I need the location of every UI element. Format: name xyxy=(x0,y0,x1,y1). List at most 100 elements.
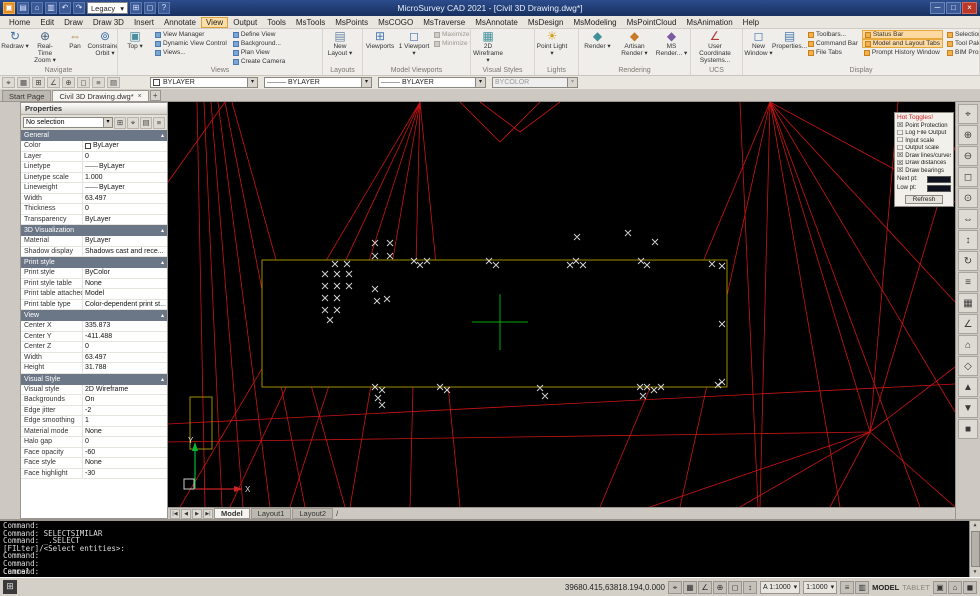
ucs-icon[interactable]: ∠ xyxy=(958,314,978,334)
list-icon[interactable]: ≡ xyxy=(92,77,105,88)
menu-msdesign[interactable]: MsDesign xyxy=(523,17,569,28)
color-dropdown[interactable]: BYLAYER ▾ xyxy=(150,77,258,88)
next-view-icon[interactable]: ▼ xyxy=(958,398,978,418)
close-tab-icon[interactable]: × xyxy=(138,93,142,100)
selection-dropdown[interactable]: No selection ▾ xyxy=(23,117,113,128)
ribbon-item-file-tabs[interactable]: File Tabs xyxy=(806,48,860,57)
keyboard-icon[interactable]: ⊞ xyxy=(3,580,17,594)
layer-state-icon[interactable]: ⊞ xyxy=(32,77,45,88)
new-icon[interactable]: ▤ xyxy=(17,2,29,14)
menu-annotate[interactable]: Annotate xyxy=(159,17,201,28)
hot-toggle-draw-lines-curves[interactable]: ☒ Draw lines/curves xyxy=(897,152,951,160)
printstyle-dropdown[interactable]: BYCOLOR ▾ xyxy=(492,77,578,88)
property-value-center-z[interactable]: 0 xyxy=(83,342,167,352)
properties-menu-icon[interactable]: ≡ xyxy=(153,116,165,129)
block-icon[interactable]: ◻ xyxy=(77,77,90,88)
scroll-up-icon[interactable]: ▲ xyxy=(973,521,976,530)
property-value-center-y[interactable]: -411.488 xyxy=(83,332,167,342)
zoom-window-icon[interactable]: ◻ xyxy=(958,167,978,187)
tab-layout1[interactable]: Layout1 xyxy=(250,508,292,519)
hot-toggle-output-scale[interactable]: ☐ Output scale xyxy=(897,145,951,153)
properties-palette-header[interactable]: Properties xyxy=(21,103,167,115)
ribbon-button-ms-render[interactable]: ◆ MS Render... ▾ xyxy=(654,30,689,58)
sheet-icon[interactable]: ▤ xyxy=(107,77,120,88)
property-value-center-x[interactable]: 335.873 xyxy=(83,321,167,331)
file-tab-start-page[interactable]: Start Page xyxy=(2,90,52,101)
ribbon-button-viewports[interactable]: ⊞ Viewports xyxy=(364,30,396,51)
property-value-print-table-attached-to[interactable]: Model xyxy=(83,289,167,299)
hot-toggle-point-protection[interactable]: ☒ Point Protection xyxy=(897,122,951,130)
section-header-visual-style[interactable]: Visual Style ▴ xyxy=(21,373,167,385)
ribbon-item-toolbars[interactable]: Toolbars... xyxy=(806,30,860,39)
property-value-backgrounds[interactable]: On xyxy=(83,395,167,405)
redo-icon[interactable]: ↷ xyxy=(73,2,85,14)
property-value-transparency[interactable]: ByLayer xyxy=(83,215,167,225)
property-value-layer[interactable]: 0 xyxy=(83,152,167,162)
new-tab-button[interactable]: + xyxy=(149,90,161,101)
ribbon-item-prompt-history-window[interactable]: Prompt History Window xyxy=(862,48,943,57)
property-value-linetype[interactable]: —— ByLayer xyxy=(83,162,167,172)
fullscreen-icon[interactable]: ■ xyxy=(958,419,978,439)
scroll-down-icon[interactable]: ▼ xyxy=(973,568,976,577)
refresh-button[interactable]: Refresh xyxy=(905,194,943,204)
property-value-print-table-type[interactable]: Color-dependent print st... xyxy=(83,300,167,310)
command-window[interactable]: Command: Command: SELECTSIMILAR Command: _… xyxy=(0,519,980,577)
polar-icon[interactable]: ⊕ xyxy=(713,580,728,594)
plot-icon[interactable]: ◻ xyxy=(143,2,156,14)
menu-mstraverse[interactable]: MsTraverse xyxy=(418,17,470,28)
property-value-edge-jitter[interactable]: -2 xyxy=(83,406,167,416)
lot-boundary[interactable] xyxy=(261,259,728,388)
next-pt-input[interactable] xyxy=(927,175,951,183)
ribbon-item-bim-properties[interactable]: BIM Properties xyxy=(945,48,979,57)
command-prompt[interactable]: Command: xyxy=(3,567,39,576)
ribbon-item-dynamic-view-control[interactable]: Dynamic View Control xyxy=(153,39,229,48)
ribbon-item-create-camera[interactable]: Create Camera xyxy=(231,57,287,65)
annotation-icon[interactable]: ▣ xyxy=(933,580,947,594)
property-value-linetype-scale[interactable]: 1.000 xyxy=(83,173,167,183)
menu-help[interactable]: Help xyxy=(738,17,764,28)
first-tab-icon[interactable]: |◀ xyxy=(170,508,180,519)
track-icon[interactable]: ↕ xyxy=(743,580,758,594)
redraw-icon[interactable]: ↻ xyxy=(958,251,978,271)
next-tab-icon[interactable]: ▶ xyxy=(192,508,202,519)
property-value-width[interactable]: 63.497 xyxy=(83,194,167,204)
ribbon-button-new-window[interactable]: ◻ New Window ▾ xyxy=(744,30,773,58)
minimize-button[interactable]: ─ xyxy=(930,2,945,14)
tab-model[interactable]: Model xyxy=(214,508,250,519)
section-header-3d-visualization[interactable]: 3D Visualization ▴ xyxy=(21,225,167,236)
section-header-print-style[interactable]: Print style ▴ xyxy=(21,257,167,268)
lock-icon[interactable]: ◼ xyxy=(963,580,977,594)
property-value-face-highlight[interactable]: -30 xyxy=(83,469,167,479)
ribbon-button-properties[interactable]: ▤ Properties... xyxy=(772,30,807,51)
workspace-icon[interactable]: ⌂ xyxy=(948,580,962,594)
ribbon-button-redraw[interactable]: ↻ Redraw ▾ xyxy=(1,30,29,51)
grid-icon[interactable]: ▦ xyxy=(958,293,978,313)
property-value-material-mode[interactable]: None xyxy=(83,427,167,437)
ribbon-button-1-viewport[interactable]: ◻ 1 Viewport ▾ xyxy=(398,30,430,58)
hot-toggle-draw-bearings[interactable]: ☒ Draw bearings xyxy=(897,167,951,175)
menu-insert[interactable]: Insert xyxy=(129,17,159,28)
ribbon-button-user-coordinate-systems[interactable]: ∠ User Coordinate Systems... xyxy=(692,30,738,65)
ribbon-item-plan-view[interactable]: Plan View xyxy=(231,48,287,57)
property-value-height[interactable]: 31.788 xyxy=(83,363,167,373)
ribbon-button-point-light[interactable]: ☀ Point Light ▾ xyxy=(536,30,568,58)
maximize-button[interactable]: □ xyxy=(946,2,961,14)
property-value-thickness[interactable]: 0 xyxy=(83,204,167,214)
zoom-out-icon[interactable]: ⊖ xyxy=(958,146,978,166)
property-value-face-opacity[interactable]: -60 xyxy=(83,448,167,458)
workspace-switcher[interactable]: Legacy ▾ xyxy=(87,2,128,14)
ribbon-item-view-manager[interactable]: View Manager xyxy=(153,30,229,39)
ribbon-button-new-layout[interactable]: ▤ New Layout ▾ xyxy=(324,30,356,58)
property-value-print-style[interactable]: ByColor xyxy=(83,268,167,278)
hot-toggle-input-scale[interactable]: ☐ Input scale xyxy=(897,137,951,145)
lineweight-icon[interactable]: ≡ xyxy=(840,580,855,594)
section-header-general[interactable]: General ▴ xyxy=(21,130,167,141)
menu-mscogo[interactable]: MsCOGO xyxy=(373,17,418,28)
drawing-canvas[interactable]: YX Hot Toggles! ☒ Point Protection ☐ Log Fi… xyxy=(168,102,955,507)
property-value-color[interactable]: ByLayer xyxy=(83,141,167,151)
lineweight-dropdown[interactable]: ——— BYLAYER ▾ xyxy=(378,77,486,88)
save-icon[interactable]: ▥ xyxy=(45,2,57,14)
ribbon-button-pan[interactable]: ⇔ Pan xyxy=(61,30,89,51)
home-view-icon[interactable]: ⌂ xyxy=(958,335,978,355)
section-header-view[interactable]: View ▴ xyxy=(21,310,167,321)
